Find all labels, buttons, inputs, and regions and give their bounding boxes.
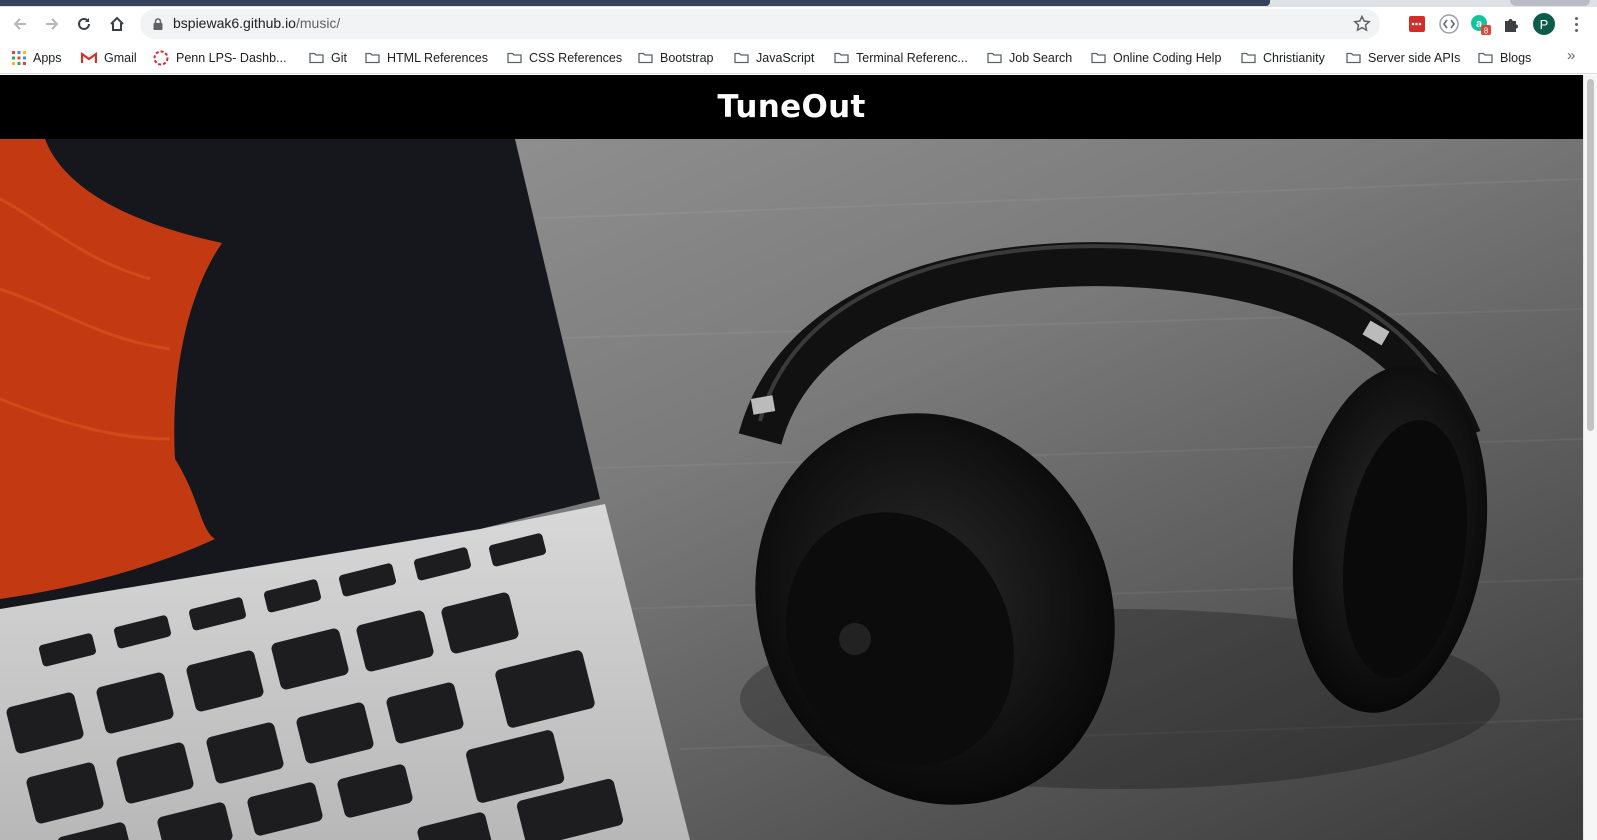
folder-icon	[734, 52, 749, 64]
bookmarks-overflow-button[interactable]: »	[1567, 47, 1575, 64]
bookmark-label: Online Coding Help	[1113, 51, 1222, 65]
apps-grid-icon	[12, 51, 26, 65]
browser-toolbar: bspiewak6.github.io/music/ a8 P	[0, 7, 1597, 41]
forward-arrow-icon	[46, 18, 59, 30]
bookmark-label: Git	[331, 51, 347, 65]
browser-menu-icon[interactable]	[1568, 13, 1584, 35]
folder-icon	[1091, 52, 1106, 64]
bookmark-folder-javascript[interactable]: JavaScript	[734, 48, 814, 68]
folder-icon	[1346, 52, 1361, 64]
folder-icon	[1478, 52, 1493, 64]
extensions-menu-button[interactable]	[1500, 13, 1522, 35]
back-arrow-icon	[13, 18, 26, 30]
bookmark-folder-terminal[interactable]: Terminal Referenc...	[834, 48, 968, 68]
home-button[interactable]	[103, 10, 131, 38]
folder-icon	[834, 52, 849, 64]
active-tab-edge[interactable]	[0, 0, 1270, 6]
lock-icon	[153, 18, 163, 30]
bookmark-folder-job-search[interactable]: Job Search	[987, 48, 1072, 68]
folder-icon	[309, 52, 324, 64]
tab-strip	[0, 0, 1597, 7]
bookmark-label: Apps	[33, 51, 62, 65]
bookmark-label: Blogs	[1500, 51, 1532, 65]
penn-icon	[153, 50, 169, 66]
bookmark-gmail[interactable]: Gmail	[81, 48, 137, 68]
extension-code-button[interactable]	[1438, 13, 1460, 35]
page-scrollbar[interactable]	[1583, 75, 1597, 840]
bookmark-label: Terminal Referenc...	[856, 51, 968, 65]
bookmark-label: Christianity	[1263, 51, 1325, 65]
url-path: /music/	[295, 15, 341, 31]
lastpass-icon	[1409, 16, 1425, 32]
url-host: bspiewak6.github.io	[173, 15, 296, 31]
scrollbar-thumb[interactable]	[1587, 79, 1594, 431]
bookmark-folder-server-apis[interactable]: Server side APIs	[1346, 48, 1460, 68]
bookmark-folder-html[interactable]: HTML References	[365, 48, 488, 68]
folder-icon	[365, 52, 380, 64]
site-header: TuneOut	[0, 75, 1583, 139]
bookmark-label: Job Search	[1009, 51, 1073, 65]
bookmark-label: Gmail	[104, 51, 137, 65]
url-text: bspiewak6.github.io/music/	[173, 15, 340, 31]
puzzle-icon	[1505, 19, 1518, 32]
bookmark-folder-git[interactable]: Git	[309, 48, 347, 68]
bookmark-folder-christianity[interactable]: Christianity	[1241, 48, 1325, 68]
bookmark-label: Penn LPS- Dashb...	[176, 51, 287, 65]
bookmark-folder-coding-help[interactable]: Online Coding Help	[1091, 48, 1221, 68]
extension-grammarly-button[interactable]: a8	[1469, 13, 1491, 35]
code-extension-icon	[1439, 14, 1459, 34]
bookmark-star-icon[interactable]	[1352, 14, 1372, 34]
hero-image	[0, 139, 1583, 840]
folder-icon	[638, 52, 653, 64]
bookmark-apps[interactable]: Apps	[12, 48, 62, 68]
bookmark-folder-blogs[interactable]: Blogs	[1478, 48, 1531, 68]
page-viewport: TuneOut	[0, 75, 1583, 840]
folder-icon	[1241, 52, 1256, 64]
extension-badge: 8	[1484, 27, 1489, 36]
bookmark-folder-css[interactable]: CSS References	[507, 48, 622, 68]
extension-lastpass-button[interactable]	[1406, 13, 1428, 35]
tab-strip-edge	[1510, 0, 1590, 6]
bookmark-label: Bootstrap	[660, 51, 714, 65]
bookmarks-bar: Apps Gmail Penn LPS- Dashb... Git HTML R…	[0, 41, 1597, 74]
bookmark-penn-lps[interactable]: Penn LPS- Dashb...	[153, 48, 286, 68]
folder-icon	[987, 52, 1002, 64]
back-button[interactable]	[6, 10, 34, 38]
bookmark-label: HTML References	[387, 51, 488, 65]
bookmark-label: Server side APIs	[1368, 51, 1461, 65]
folder-icon	[507, 52, 522, 64]
profile-avatar[interactable]: P	[1533, 13, 1555, 35]
gmail-icon	[81, 52, 97, 63]
address-bar[interactable]: bspiewak6.github.io/music/	[140, 9, 1380, 39]
site-title: TuneOut	[717, 89, 866, 125]
home-icon	[110, 16, 124, 31]
reload-icon	[78, 17, 90, 30]
bookmark-folder-bootstrap[interactable]: Bootstrap	[638, 48, 714, 68]
forward-button[interactable]	[38, 10, 66, 38]
grammarly-icon: a8	[1471, 15, 1491, 36]
reload-button[interactable]	[70, 10, 98, 38]
bookmark-label: JavaScript	[756, 51, 815, 65]
bookmark-label: CSS References	[529, 51, 623, 65]
